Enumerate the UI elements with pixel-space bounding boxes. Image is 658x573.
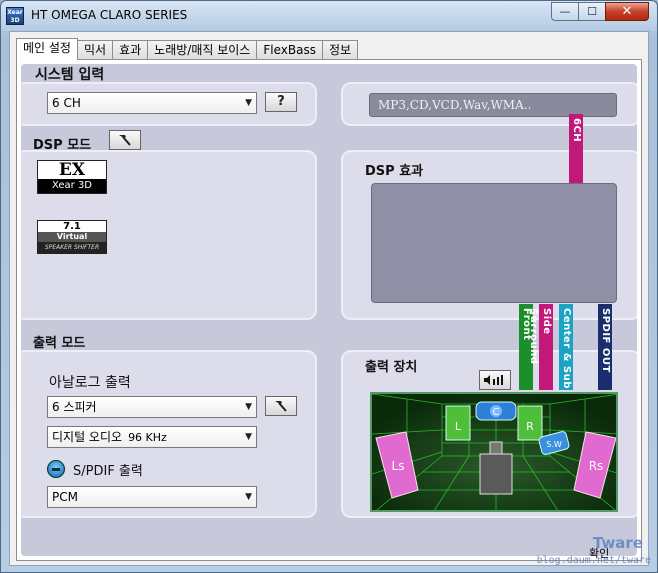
speaker-test-button[interactable] — [479, 370, 511, 390]
side-surround-channel-bar: Side Surround — [528, 304, 553, 390]
chevron-down-icon: ▼ — [245, 98, 252, 108]
minimize-button[interactable]: — — [551, 2, 578, 21]
speaker-surround-right-label: Rs — [589, 459, 604, 473]
chevron-down-icon: ▼ — [245, 402, 252, 412]
window-title: HT OMEGA CLARO SERIES — [31, 8, 188, 22]
digital-audio-rate: 96 KHz — [128, 431, 167, 444]
close-button[interactable]: ✕ — [605, 2, 649, 21]
dsp-mode-settings-button[interactable] — [109, 130, 141, 150]
ex-logo-top: EX — [58, 160, 86, 180]
tab-main-settings[interactable]: 메인 설정 — [16, 38, 78, 60]
spdif-format-select[interactable]: PCM ▼ — [47, 486, 257, 508]
title-bar[interactable]: Xear 3D HT OMEGA CLARO SERIES — ☐ ✕ — [1, 1, 657, 31]
ok-button[interactable]: 확인 — [589, 545, 609, 561]
speaker-center-label: C — [493, 407, 500, 418]
spdif-format-value: PCM — [52, 490, 78, 504]
speaker-surround-left-label: Ls — [392, 459, 405, 473]
analog-output-settings-button[interactable] — [265, 396, 297, 416]
xear3d-app-icon: Xear 3D — [6, 7, 24, 25]
speaker-level-icon — [484, 375, 503, 385]
spdif-icon — [47, 460, 65, 478]
spdif-output-heading: S/PDIF 출력 — [73, 464, 143, 479]
tab-effects[interactable]: 효과 — [112, 40, 149, 60]
maximize-button[interactable]: ☐ — [578, 2, 605, 21]
main-settings-panel: 시스템 입력 6 CH ▼ ? MP3,CD,VCD,Wav,WMA.. DSP… — [16, 59, 642, 561]
analog-output-heading: 아날로그 출력 — [49, 375, 131, 391]
speaker-room-graphic[interactable]: L C R S.W Ls Rs — [372, 394, 618, 512]
center-sub-channel-bar: Center & Sub — [559, 304, 573, 390]
tab-mixer[interactable]: 믹서 — [76, 40, 114, 60]
chevron-down-icon: ▼ — [245, 432, 252, 442]
dsp-effect-heading: DSP 효과 — [365, 164, 424, 179]
listener-chair-icon — [479, 453, 513, 495]
virtual-logo-line2: Virtual — [38, 232, 106, 242]
virtual-speaker-shifter-logo[interactable]: 7.1 Virtual SPEAKER SHIFTER — [37, 220, 107, 254]
dsp-mode-heading: DSP 모드 — [33, 138, 92, 153]
panel-background: 시스템 입력 6 CH ▼ ? MP3,CD,VCD,Wav,WMA.. DSP… — [21, 64, 637, 556]
hammer-icon — [275, 401, 287, 412]
help-button[interactable]: ? — [265, 92, 297, 112]
tab-flexbass[interactable]: FlexBass — [256, 40, 323, 60]
output-mode-heading: 출력 모드 — [33, 336, 86, 351]
digital-audio-value: 디지털 오디오 — [52, 430, 123, 444]
virtual-logo-line1: 7.1 — [63, 221, 81, 232]
ex-logo-bottom: Xear 3D — [38, 179, 106, 193]
system-input-heading: 시스템 입력 — [35, 67, 105, 83]
tab-strip: 메인 설정 믹서 효과 노래방/매직 보이스 FlexBass 정보 — [16, 38, 359, 60]
input-channel-select[interactable]: 6 CH ▼ — [47, 92, 257, 114]
hammer-icon — [119, 135, 131, 146]
analog-speaker-value: 6 스피커 — [52, 400, 97, 414]
xear3d-ex-logo[interactable]: EX Xear 3D — [37, 160, 107, 194]
spdif-out-channel-bar: SPDIF OUT — [598, 304, 612, 390]
output-device-heading: 출력 장치 — [365, 360, 418, 375]
client-area: 메인 설정 믹서 효과 노래방/매직 보이스 FlexBass 정보 시스템 입… — [9, 31, 649, 566]
speaker-front-left-label: L — [455, 420, 462, 433]
digital-audio-select[interactable]: 디지털 오디오 96 KHz ▼ — [47, 426, 257, 448]
tab-karaoke-magic-voice[interactable]: 노래방/매직 보이스 — [147, 40, 258, 60]
analog-speaker-select[interactable]: 6 스피커 ▼ — [47, 396, 257, 418]
input-channel-value: 6 CH — [52, 96, 81, 110]
tab-info[interactable]: 정보 — [321, 40, 359, 60]
caption-buttons: — ☐ ✕ — [551, 2, 649, 22]
speaker-subwoofer-label: S.W — [546, 440, 562, 449]
chevron-down-icon: ▼ — [245, 492, 252, 502]
6ch-channel-bar: 6CH — [569, 114, 583, 183]
speaker-front-right-label: R — [526, 420, 534, 433]
dsp-effect-display — [371, 183, 617, 303]
virtual-logo-line3: SPEAKER SHIFTER — [38, 242, 106, 253]
app-window: Xear 3D HT OMEGA CLARO SERIES — ☐ ✕ 메인 설… — [0, 0, 658, 573]
speaker-room-view: L C R S.W Ls Rs — [370, 392, 618, 512]
